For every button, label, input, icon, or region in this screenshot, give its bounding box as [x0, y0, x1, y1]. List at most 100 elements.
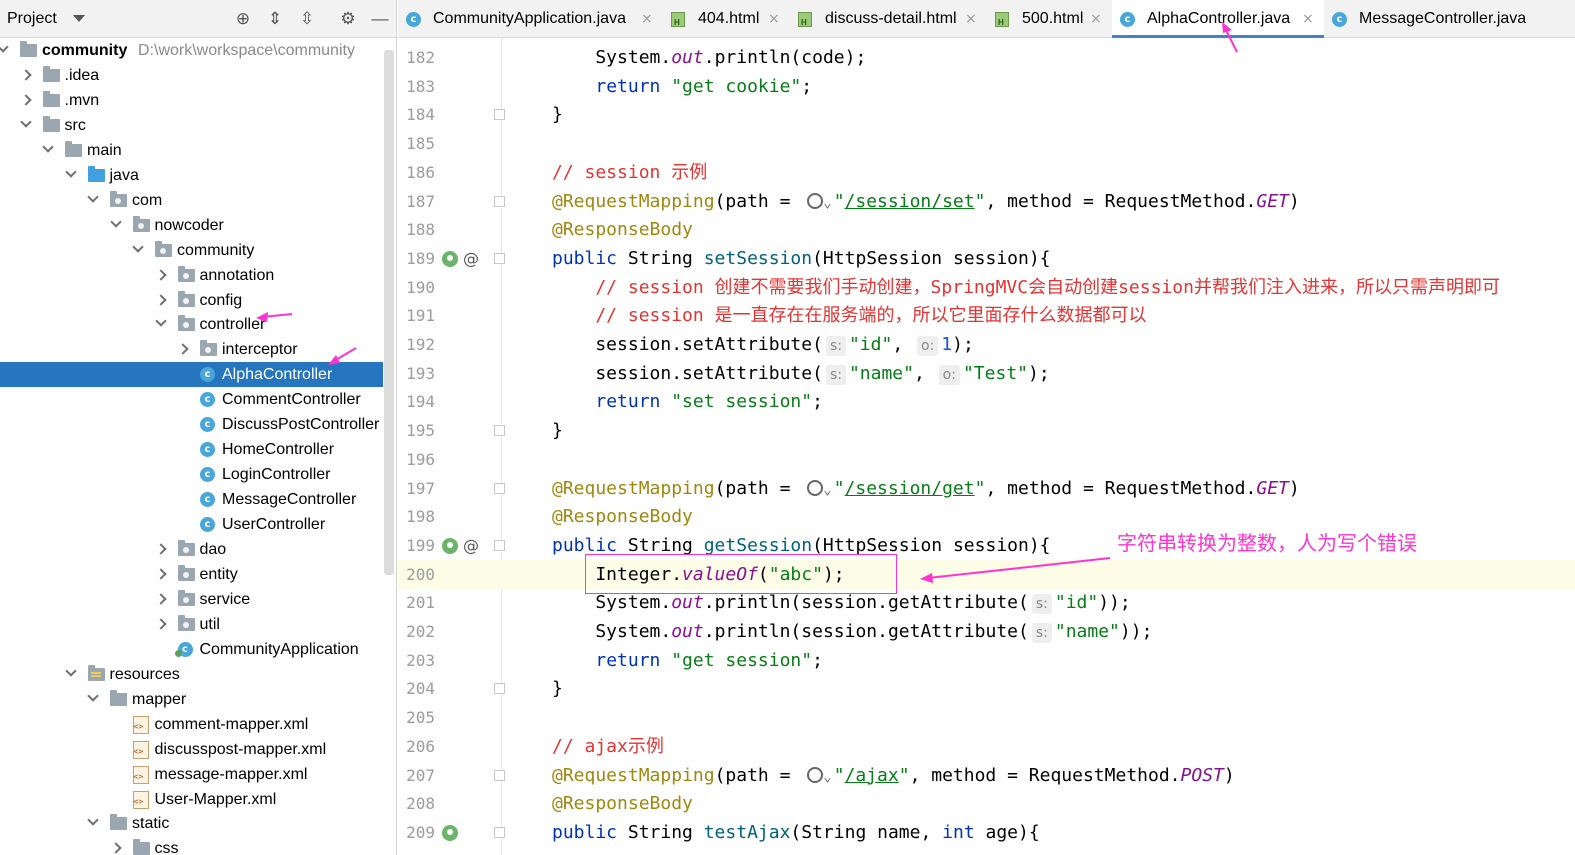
- tree-item[interactable]: User-Mapper.xml: [0, 787, 383, 812]
- minimize-icon[interactable]: —: [370, 9, 390, 29]
- tree-item[interactable]: c DiscussPostController: [0, 412, 383, 437]
- code-line[interactable]: 201 System.out.println(session.getAttrib…: [398, 588, 1575, 617]
- close-icon[interactable]: ×: [768, 0, 780, 38]
- chevron-down-icon[interactable]: [73, 15, 85, 22]
- chevron-right-icon[interactable]: [109, 842, 122, 855]
- chevron-down-icon[interactable]: [132, 240, 144, 253]
- code-line[interactable]: 203 return "get session";: [398, 646, 1575, 675]
- code-line[interactable]: 206 // ajax示例: [398, 732, 1575, 761]
- tree-item[interactable]: message-mapper.xml: [0, 762, 383, 787]
- fold-icon[interactable]: [494, 252, 505, 264]
- editor-tab[interactable]: c MessageController.java: [1324, 0, 1544, 38]
- code-line[interactable]: 187 @RequestMapping(path = ⌄ "/session/set…: [398, 187, 1575, 216]
- chevron-down-icon[interactable]: [87, 814, 99, 827]
- chevron-right-icon[interactable]: [154, 618, 167, 630]
- code-line[interactable]: 197 @RequestMapping(path = ⌄ "/session/get…: [398, 474, 1575, 503]
- chevron-right-icon[interactable]: [19, 94, 32, 106]
- tree-item[interactable]: nowcoder: [0, 213, 383, 238]
- code-line[interactable]: 202 System.out.println(session.getAttrib…: [398, 617, 1575, 646]
- chevron-right-icon[interactable]: [154, 268, 167, 281]
- web-url-icon[interactable]: [807, 766, 824, 783]
- chevron-right-icon[interactable]: [177, 343, 189, 356]
- code-line[interactable]: 209 public String testAjax(String name, i…: [398, 818, 1575, 847]
- tree-item[interactable]: community: [0, 238, 383, 263]
- tree-item[interactable]: entity: [0, 562, 383, 587]
- chevron-down-icon[interactable]: [109, 215, 122, 228]
- tree-item[interactable]: .mvn: [0, 88, 383, 113]
- tree-item[interactable]: c HomeController: [0, 437, 383, 462]
- tree-item[interactable]: static: [0, 811, 383, 836]
- chevron-right-icon[interactable]: [154, 293, 167, 306]
- request-mapping-icon[interactable]: @: [463, 531, 479, 560]
- fold-icon[interactable]: [494, 482, 505, 494]
- code-line[interactable]: 193 session.setAttribute(s: "name", o: "Te…: [398, 359, 1575, 388]
- editor-tab[interactable]: c CommunityApplication.java ×: [398, 0, 663, 38]
- tree-item[interactable]: c CommentController: [0, 387, 383, 412]
- code-line[interactable]: 189 @ public String setSession(HttpSession…: [398, 244, 1575, 273]
- chevron-down-icon[interactable]: [87, 191, 99, 203]
- tree-item[interactable]: src: [0, 113, 383, 138]
- editor-tab[interactable]: 500.html ×: [987, 0, 1112, 38]
- chevron-right-icon[interactable]: [19, 69, 32, 81]
- code-line[interactable]: 208 @ResponseBody: [398, 789, 1575, 818]
- chevron-down-icon[interactable]: [87, 690, 99, 702]
- tree-item[interactable]: comment-mapper.xml: [0, 712, 383, 737]
- tree-scrollbar[interactable]: [384, 50, 394, 575]
- code-line[interactable]: 205: [398, 703, 1575, 732]
- code-line[interactable]: 204}: [398, 674, 1575, 703]
- tree-item[interactable]: java: [0, 163, 383, 188]
- code-line[interactable]: 207 @RequestMapping(path = ⌄ "/ajax", meth…: [398, 761, 1575, 790]
- code-line[interactable]: 195}: [398, 416, 1575, 445]
- code-line[interactable]: 185: [398, 129, 1575, 158]
- tree-item[interactable]: css: [0, 836, 383, 855]
- code-line[interactable]: 184}: [398, 100, 1575, 129]
- tree-item[interactable]: main: [0, 138, 383, 163]
- editor-tab[interactable]: c AlphaController.java ×: [1112, 0, 1324, 38]
- project-view-selector[interactable]: Project: [7, 10, 57, 28]
- fold-icon[interactable]: [494, 425, 505, 437]
- chevron-down-icon[interactable]: [0, 41, 9, 53]
- tree-item[interactable]: util: [0, 612, 383, 637]
- tree-item[interactable]: c AlphaController: [0, 362, 383, 388]
- code-line[interactable]: 190 // session 创建不需要我们手动创建，SpringMVC会自动创…: [398, 273, 1575, 302]
- tree-item[interactable]: com: [0, 188, 383, 213]
- code-line[interactable]: 182 System.out.println(code);: [398, 43, 1575, 72]
- request-mapping-icon[interactable]: @: [463, 244, 479, 273]
- tree-item[interactable]: c UserController: [0, 512, 383, 537]
- fold-icon[interactable]: [494, 826, 505, 838]
- tree-item[interactable]: .idea: [0, 63, 383, 88]
- fold-icon[interactable]: [494, 195, 505, 207]
- tree-item[interactable]: c MessageController: [0, 487, 383, 512]
- chevron-down-icon[interactable]: [42, 141, 54, 153]
- editor-tab[interactable]: discuss-detail.html ×: [790, 0, 987, 38]
- code-editor[interactable]: 182 System.out.println(code); 183 return …: [398, 38, 1575, 855]
- chevron-down-icon[interactable]: ⌄: [823, 189, 831, 218]
- chevron-right-icon[interactable]: [154, 568, 167, 580]
- code-line[interactable]: 196: [398, 445, 1575, 474]
- fold-icon[interactable]: [494, 109, 505, 121]
- spring-bean-icon[interactable]: [442, 250, 458, 267]
- tree-item[interactable]: controller: [0, 312, 383, 337]
- fold-icon[interactable]: [494, 539, 505, 551]
- tree-item[interactable]: dao: [0, 537, 383, 562]
- close-icon[interactable]: ×: [1302, 0, 1314, 38]
- tree-item[interactable]: mapper: [0, 687, 383, 712]
- code-line[interactable]: 194 return "set session";: [398, 387, 1575, 416]
- chevron-right-icon[interactable]: [154, 543, 167, 555]
- code-line[interactable]: 188 @ResponseBody: [398, 215, 1575, 244]
- chevron-down-icon[interactable]: [64, 166, 77, 178]
- chevron-down-icon[interactable]: ⌄: [823, 476, 831, 505]
- tree-item[interactable]: interceptor: [0, 337, 383, 362]
- code-line[interactable]: 192 session.setAttribute(s: "id", o: 1);: [398, 330, 1575, 359]
- tree-item[interactable]: resources: [0, 662, 383, 687]
- tree-item[interactable]: service: [0, 587, 383, 612]
- spring-bean-icon[interactable]: [442, 824, 458, 841]
- tree-item[interactable]: c LoginController: [0, 462, 383, 487]
- tree-item[interactable]: annotation: [0, 263, 383, 288]
- web-url-icon[interactable]: [807, 192, 824, 209]
- code-line[interactable]: 186 // session 示例: [398, 158, 1575, 187]
- close-icon[interactable]: ×: [641, 0, 653, 38]
- chevron-down-icon[interactable]: ⌄: [823, 763, 831, 792]
- editor-tab[interactable]: 404.html ×: [663, 0, 790, 38]
- spring-bean-icon[interactable]: [442, 537, 458, 554]
